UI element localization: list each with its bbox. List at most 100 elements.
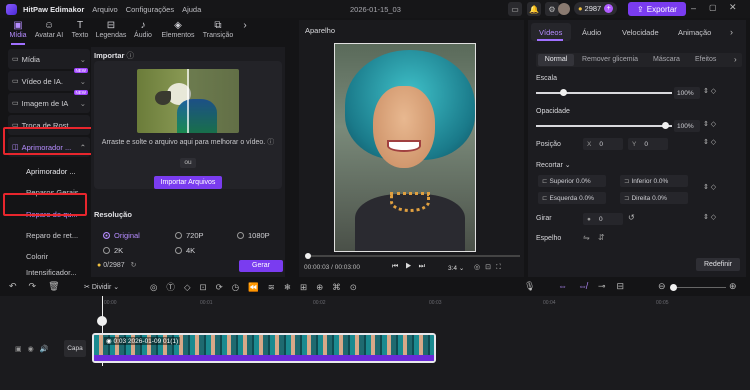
scale-slider-track[interactable] [536,92,672,94]
redo-icon[interactable]: ↷ [29,281,49,291]
reverse-icon[interactable]: ⏪ [248,282,268,292]
aspect-ratio-select[interactable]: 3:4 ⌄ [448,264,464,272]
rotate-input[interactable]: ● 0 [583,213,623,225]
track-lock-icon[interactable]: ▣ [15,346,28,353]
split-button[interactable]: ✂ Dividir ⌄ [84,283,119,291]
tab-velocidade[interactable]: Velocidade [622,28,659,37]
ai-icon[interactable]: ⌘ [332,282,350,292]
rotate-ccw-icon[interactable]: ↺ [628,213,635,222]
maximize-icon[interactable]: ▢ [709,3,717,12]
crop-label[interactable]: Recortar ⌄ [536,161,571,169]
scale-stepper[interactable]: ⇕ ◇ [703,87,716,95]
video-frame[interactable] [334,43,476,252]
marker-icon[interactable]: ⊸ [598,281,617,291]
sidebar-sub-colorir[interactable]: Colorir [8,246,90,266]
reset-button[interactable]: Redefinir [696,258,740,271]
crop-icon[interactable]: ⊡ [485,264,496,271]
subtab-normal[interactable]: Normal [538,54,574,66]
crop-tool-icon[interactable]: ⊡ [199,282,215,292]
zoom-in-icon[interactable]: ⊕ [729,281,737,292]
sidebar-item-midia[interactable]: ▭ Mídia ⌄ [8,49,90,69]
subtab-remover[interactable]: Remover glicemia [582,56,638,63]
import-files-button[interactable]: Importar Arquivos [154,176,222,189]
delete-icon[interactable]: 🗑 [48,281,71,291]
more-tabs-icon[interactable]: › [730,27,733,37]
tab-avatar-ai[interactable]: ☺ Avatar AI [32,20,66,42]
opacity-stepper[interactable]: ⇕ ◇ [703,120,716,128]
snapshot-icon[interactable]: ◎ [474,264,485,271]
position-stepper[interactable]: ⇕ ◇ [703,138,716,146]
crop-right[interactable]: ⊐ Direita 0.0% [620,192,688,204]
settings-icon[interactable]: ⚙ [545,2,559,16]
playhead-handle[interactable] [97,316,107,326]
sidebar-sub-intensificador[interactable]: Intensificador... [8,267,90,277]
avatar[interactable] [558,3,570,15]
menu-arquivo[interactable]: Arquivo [92,5,117,14]
sidebar-sub-aprimorador[interactable]: Aprimorador ... [8,161,90,181]
menu-ajuda[interactable]: Ajuda [182,5,201,14]
subtab-mascara[interactable]: Máscara [653,56,680,63]
generate-button[interactable]: Gerar [239,260,283,272]
opacity-slider-track[interactable] [536,125,672,127]
preview-progress-track[interactable] [306,255,520,257]
rotate-tool-icon[interactable]: ⟳ [216,282,232,292]
speed-icon[interactable]: ◷ [232,282,248,292]
cover-button[interactable]: Capa [64,340,86,357]
scale-slider-handle[interactable] [560,89,567,96]
tab-videos[interactable]: Vídeos [539,28,562,37]
undo-icon[interactable]: ↶ [9,281,29,291]
snowflake-icon[interactable]: ❄ [284,282,300,292]
track-visibility-icon[interactable]: ◉ [28,346,40,353]
refresh-icon[interactable]: ↻ [131,261,137,269]
tab-elementos[interactable]: ◈ Elementos [158,20,198,42]
fullscreen-icon[interactable]: ⛶ [496,264,506,271]
zoom-slider-track[interactable] [671,287,726,288]
radio-1080p[interactable]: 1080P [237,231,270,240]
detach-icon[interactable]: ⊕ [316,282,332,292]
radio-4k[interactable]: 4K [175,246,195,255]
sidebar-item-video-ia[interactable]: ▭ Vídeo de IA. NEW ⌄ [8,68,90,91]
step-back-icon[interactable]: ⏮ [392,263,405,270]
tab-texto[interactable]: T Texto [67,20,93,42]
info-icon[interactable]: ⓘ [267,139,274,146]
mirror-horizontal-icon[interactable]: ⇋ [583,233,590,242]
tab-legendas[interactable]: ⊟ Legendas [94,20,128,42]
timeline-ruler[interactable]: 00:00 00:01 00:02 00:03 00:04 00:05 [96,300,750,309]
crop-top[interactable]: ⊏ Superior 0.0% [538,175,606,187]
radio-original[interactable]: Original [103,231,140,240]
radio-720p[interactable]: 720P [175,231,204,240]
credits-badge[interactable]: ● 2987 + [574,2,618,15]
preview-progress-handle[interactable] [305,253,311,259]
more-tabs-icon[interactable]: › [238,20,252,42]
zoom-slider-handle[interactable] [670,284,677,291]
mirror-vertical-icon[interactable]: ⇵ [598,233,605,242]
step-forward-icon[interactable]: ⏭ [419,263,432,270]
sticker-icon[interactable]: ⊞ [300,282,316,292]
subtab-efeitos[interactable]: Efeitos [695,56,716,63]
tab-transicao[interactable]: ⧉ Transição [199,20,237,42]
sidebar-sub-reparo-retrato[interactable]: Reparo de ret... [8,225,90,245]
text-tool-icon[interactable]: Ⓣ [166,282,184,292]
crop-left[interactable]: ⊏ Esquerda 0.0% [538,192,606,204]
tab-animacao[interactable]: Animação [678,28,711,37]
crop-stepper[interactable]: ⇕ ◇ [703,183,716,191]
notification-icon[interactable]: 🔔 [527,2,541,16]
position-y-input[interactable]: Y0 [628,138,668,150]
menu-configuracoes[interactable]: Configurações [126,5,174,14]
lock-icon[interactable]: ⊟ [617,281,636,291]
window-mode-icon[interactable]: ▭ [508,2,522,16]
scale-input[interactable]: 100% [674,87,700,99]
microphone-icon[interactable]: 🎙 [524,281,535,292]
close-icon[interactable]: ✕ [729,2,737,13]
subtab-more-icon[interactable]: › [734,55,737,64]
tab-audio[interactable]: ♪ Áudio [129,20,157,42]
radio-2k[interactable]: 2K [103,246,123,255]
info-icon[interactable]: ⓘ [127,51,135,60]
export-button[interactable]: ⇪ Exportar [628,2,686,16]
tab-midia[interactable]: ▣ Mídia [5,20,31,45]
rotate-stepper[interactable]: ⇕ ◇ [703,213,716,221]
play-icon[interactable]: ▶ [405,263,418,270]
opacity-input[interactable]: 100% [674,120,700,132]
video-clip[interactable]: ◉ 0:03 2026-01-09 01(1) [92,333,436,363]
opacity-slider-handle[interactable] [662,122,669,129]
